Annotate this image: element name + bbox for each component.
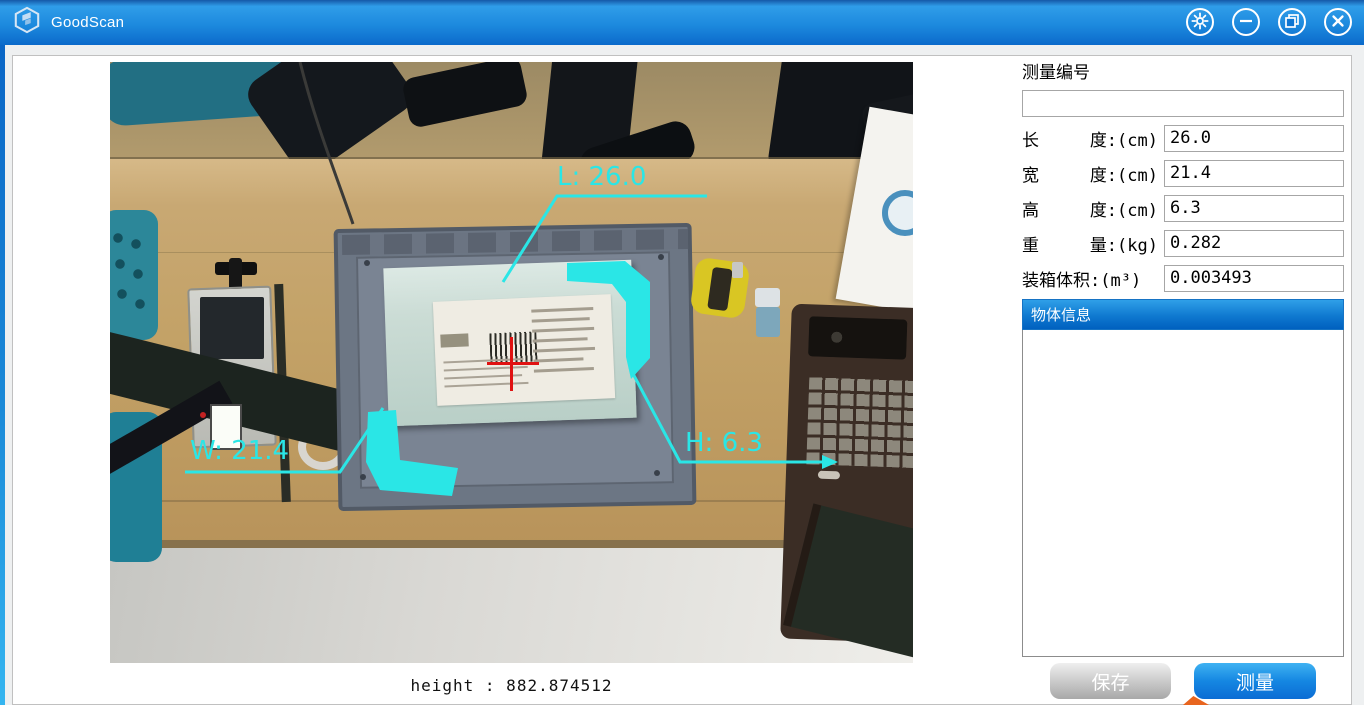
- minimize-button[interactable]: [1232, 8, 1260, 36]
- height-overlay-label: H: 6.3: [685, 428, 763, 458]
- height-label: 高度:(cm): [1022, 196, 1164, 221]
- volume-input[interactable]: [1164, 265, 1344, 292]
- volume-label: 装箱体积:(m³): [1022, 266, 1164, 291]
- gear-icon: [1191, 12, 1209, 33]
- save-button[interactable]: 保存: [1050, 663, 1171, 699]
- corner-bracket-bottom-left: [366, 410, 458, 496]
- camera-view: L: 26.0 W: 21.4 H: 6.3: [110, 62, 913, 663]
- height-row: 高度:(cm): [1022, 194, 1344, 222]
- length-input[interactable]: [1164, 125, 1344, 152]
- app-title: GoodScan: [51, 14, 124, 31]
- measure-id-label: 测量编号: [1022, 58, 1344, 83]
- close-icon: [1331, 14, 1345, 31]
- object-info-header: 物体信息: [1022, 299, 1344, 330]
- corner-bracket-top-right: [567, 261, 650, 379]
- crosshair-vertical: [510, 337, 513, 391]
- settings-button[interactable]: [1186, 8, 1214, 36]
- weight-label: 重量:(kg): [1022, 231, 1164, 256]
- close-button[interactable]: [1324, 8, 1352, 36]
- volume-row: 装箱体积:(m³): [1022, 264, 1344, 292]
- height-status-text: height : 882.874512: [110, 676, 913, 695]
- measure-id-input[interactable]: [1022, 90, 1344, 117]
- weight-row: 重量:(kg): [1022, 229, 1344, 257]
- camera-cable: [300, 62, 353, 224]
- crosshair-horizontal: [487, 362, 539, 365]
- minimize-icon: [1238, 13, 1254, 32]
- window-controls: [1186, 8, 1352, 36]
- restore-button[interactable]: [1278, 8, 1306, 36]
- width-input[interactable]: [1164, 160, 1344, 187]
- width-row: 宽度:(cm): [1022, 159, 1344, 187]
- length-row: 长度:(cm): [1022, 124, 1344, 152]
- goodscan-logo-icon: [13, 6, 41, 39]
- height-line-arrow: [822, 455, 838, 469]
- length-overlay-label: L: 26.0: [557, 162, 646, 192]
- length-label: 长度:(cm): [1022, 126, 1164, 151]
- window-left-border: [0, 45, 5, 705]
- width-label: 宽度:(cm): [1022, 161, 1164, 186]
- width-overlay-label: W: 21.4: [190, 436, 289, 466]
- title-bar: GoodScan: [0, 0, 1364, 45]
- measure-button[interactable]: 测量: [1194, 663, 1316, 699]
- object-info-list[interactable]: [1022, 330, 1344, 657]
- restore-icon: [1284, 13, 1300, 32]
- measurement-form: 测量编号 长度:(cm) 宽度:(cm) 高度:(cm) 重量:(kg) 装箱体…: [1022, 58, 1344, 657]
- weight-input[interactable]: [1164, 230, 1344, 257]
- height-input[interactable]: [1164, 195, 1344, 222]
